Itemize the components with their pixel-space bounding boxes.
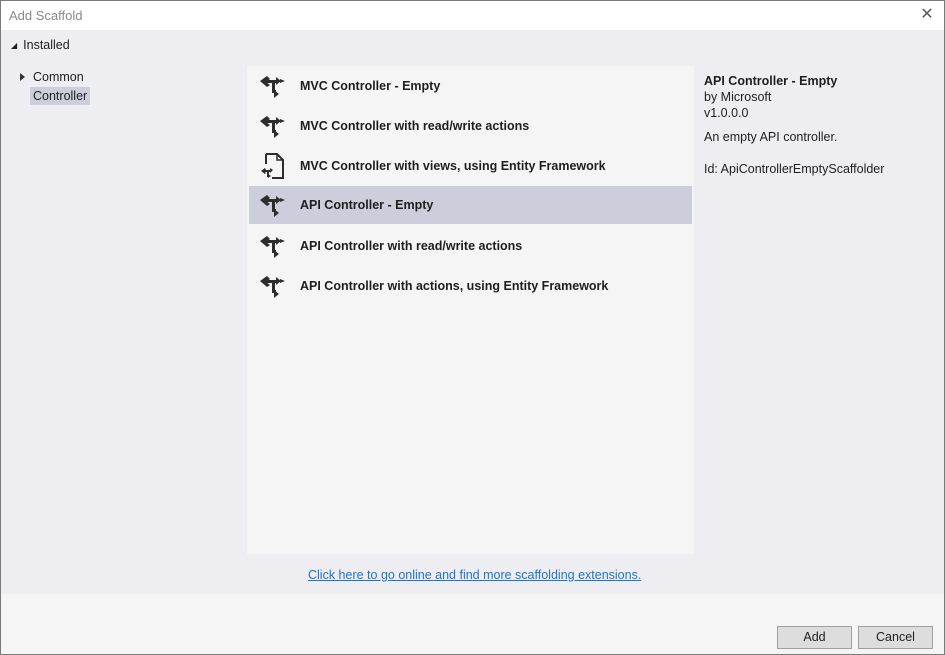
details-author: by Microsoft (704, 90, 772, 104)
tree-item-label: Common (33, 70, 84, 84)
scaffold-item-label: API Controller with read/write actions (300, 239, 523, 253)
close-icon[interactable]: ✕ (918, 6, 936, 24)
title-bar: Add Scaffold ✕ (1, 1, 944, 30)
scaffold-item-label: API Controller with actions, using Entit… (300, 279, 609, 293)
details-panel: API Controller - Empty by Microsoft v1.0… (704, 73, 934, 177)
tree-item-label: Controller (33, 89, 88, 103)
tree-root-label: Installed (23, 38, 70, 52)
tree-item-controller[interactable]: Controller (30, 87, 91, 105)
details-version: v1.0.0.0 (704, 106, 749, 120)
controller-icon (260, 236, 285, 258)
controller-icon (260, 276, 285, 298)
scaffold-item[interactable]: MVC Controller with views, using Entity … (249, 147, 692, 185)
details-name: API Controller - Empty (704, 74, 838, 88)
scaffold-item[interactable]: MVC Controller - Empty (249, 67, 692, 105)
collapse-triangle-icon: ◢ (11, 41, 18, 50)
controller-icon (260, 116, 285, 138)
tree-item-common[interactable]: Common (17, 68, 87, 86)
scaffold-item-label: MVC Controller with views, using Entity … (300, 159, 606, 173)
scaffold-item-label: MVC Controller with read/write actions (300, 119, 530, 133)
scaffold-item-label: API Controller - Empty (300, 198, 434, 212)
expand-arrow-icon[interactable] (20, 73, 25, 81)
controller-icon (260, 195, 285, 217)
scaffold-item[interactable]: API Controller with read/write actions (249, 227, 692, 265)
details-description: An empty API controller. (704, 130, 838, 144)
add-scaffold-dialog: Add Scaffold ✕ ◢ Installed Common Control… (0, 0, 945, 655)
scaffold-item[interactable]: API Controller with actions, using Entit… (249, 267, 692, 305)
controller-views-icon (261, 153, 284, 179)
tree-root-installed[interactable]: ◢ Installed (11, 38, 70, 52)
dialog-title: Add Scaffold (9, 8, 83, 23)
scaffold-item-label: MVC Controller - Empty (300, 79, 441, 93)
details-id: Id: ApiControllerEmptyScaffolder (704, 162, 885, 176)
online-extensions-link[interactable]: Click here to go online and find more sc… (308, 568, 641, 582)
scaffold-list: MVC Controller - Empty MVC Controller wi… (247, 66, 694, 554)
scaffold-item-selected[interactable]: API Controller - Empty (249, 186, 692, 224)
add-button[interactable]: Add (777, 626, 852, 649)
cancel-button[interactable]: Cancel (858, 626, 933, 649)
scaffold-item[interactable]: MVC Controller with read/write actions (249, 107, 692, 145)
controller-icon (260, 76, 285, 98)
